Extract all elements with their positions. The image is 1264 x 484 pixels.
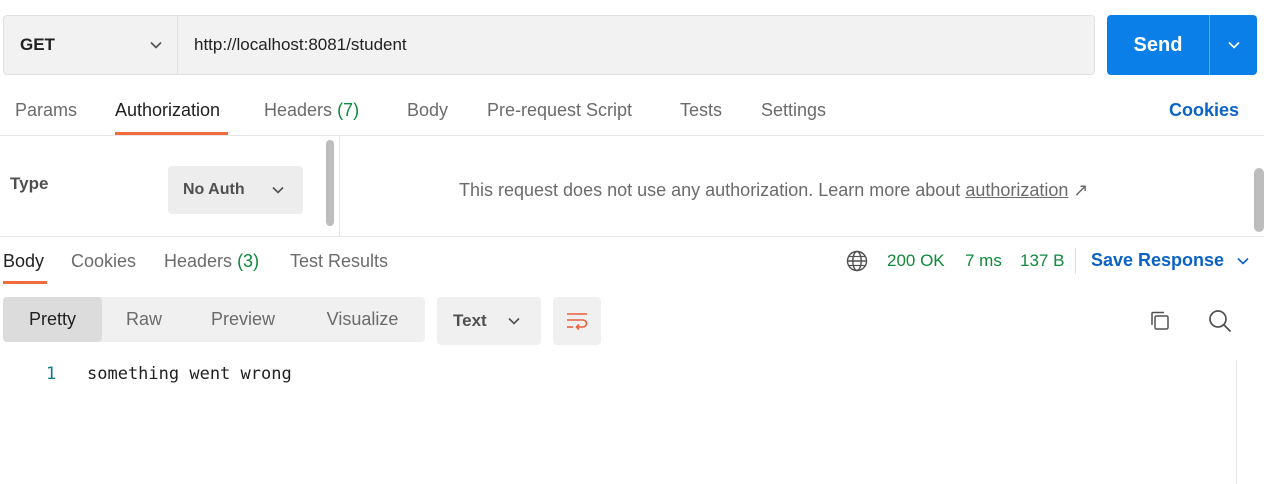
format-select[interactable]: Text	[437, 297, 541, 345]
view-visualize[interactable]: Visualize	[300, 297, 425, 342]
word-wrap-icon	[567, 313, 588, 331]
active-response-tab-indicator	[3, 281, 47, 284]
response-tab-headers-label: Headers	[164, 251, 233, 271]
cookies-link[interactable]: Cookies	[1169, 100, 1239, 121]
tab-headers[interactable]: Headers (7)	[264, 100, 359, 121]
response-time[interactable]: 7 ms	[965, 251, 1002, 271]
tab-authorization[interactable]: Authorization	[115, 100, 220, 121]
format-value: Text	[453, 311, 487, 330]
method-select[interactable]: GET	[4, 16, 178, 74]
copy-icon[interactable]	[1147, 308, 1173, 334]
tab-settings[interactable]: Settings	[761, 100, 826, 121]
chevron-down-icon	[150, 41, 162, 49]
chevron-down-icon	[508, 317, 520, 325]
word-wrap-button[interactable]	[553, 297, 601, 345]
authorization-docs-link[interactable]: authorization	[965, 180, 1068, 200]
send-button[interactable]: Send	[1107, 15, 1209, 75]
send-button-group: Send	[1107, 15, 1257, 75]
auth-type-value: No Auth	[183, 181, 245, 198]
tab-params[interactable]: Params	[15, 100, 77, 121]
response-tab-test-results[interactable]: Test Results	[290, 251, 388, 272]
view-pretty[interactable]: Pretty	[3, 297, 102, 342]
send-options-button[interactable]	[1209, 15, 1257, 75]
url-input[interactable]: http://localhost:8081/student	[178, 16, 1094, 74]
tab-headers-label: Headers	[264, 100, 333, 120]
send-label: Send	[1133, 33, 1183, 56]
divider	[0, 135, 1264, 136]
divider	[1075, 248, 1076, 274]
auth-type-label: Type	[10, 174, 49, 193]
view-raw[interactable]: Raw	[102, 297, 186, 342]
editor-scrollbar-track	[1236, 360, 1237, 484]
globe-icon[interactable]	[846, 250, 868, 272]
auth-scrollbar[interactable]	[1254, 168, 1264, 232]
pane-divider[interactable]	[339, 136, 340, 236]
url-text: http://localhost:8081/student	[194, 35, 407, 54]
tab-prerequest-script[interactable]: Pre-request Script	[487, 100, 632, 121]
request-url-bar: GET http://localhost:8081/student	[3, 15, 1095, 75]
response-tab-headers-count: (3)	[237, 251, 260, 271]
auth-type-select[interactable]: No Auth	[168, 166, 303, 214]
response-tab-body[interactable]: Body	[3, 251, 44, 272]
tab-tests[interactable]: Tests	[680, 100, 722, 121]
chevron-down-icon	[272, 186, 284, 194]
auth-message: This request does not use any authorizat…	[459, 180, 1089, 201]
response-tab-headers[interactable]: Headers (3)	[164, 251, 259, 272]
status-code[interactable]: 200 OK	[887, 251, 945, 271]
divider	[0, 236, 1264, 237]
save-response-button[interactable]: Save Response	[1091, 250, 1250, 271]
response-tab-cookies[interactable]: Cookies	[71, 251, 136, 272]
chevron-down-icon	[1227, 41, 1240, 49]
external-link-icon: ↗	[1073, 180, 1089, 200]
search-icon[interactable]	[1207, 308, 1233, 334]
view-mode-selector: Pretty Raw Preview Visualize	[3, 297, 425, 342]
response-body-line[interactable]: something went wrong	[87, 364, 292, 384]
tab-body[interactable]: Body	[407, 100, 448, 121]
method-label: GET	[20, 35, 55, 54]
line-number: 1	[46, 364, 57, 384]
chevron-down-icon	[1237, 257, 1249, 265]
response-size[interactable]: 137 B	[1020, 251, 1064, 271]
save-response-label: Save Response	[1091, 250, 1225, 270]
pane-scrollbar[interactable]	[326, 140, 334, 226]
view-preview[interactable]: Preview	[186, 297, 300, 342]
tab-headers-count: (7)	[337, 100, 360, 120]
auth-message-text: This request does not use any authorizat…	[459, 180, 961, 200]
